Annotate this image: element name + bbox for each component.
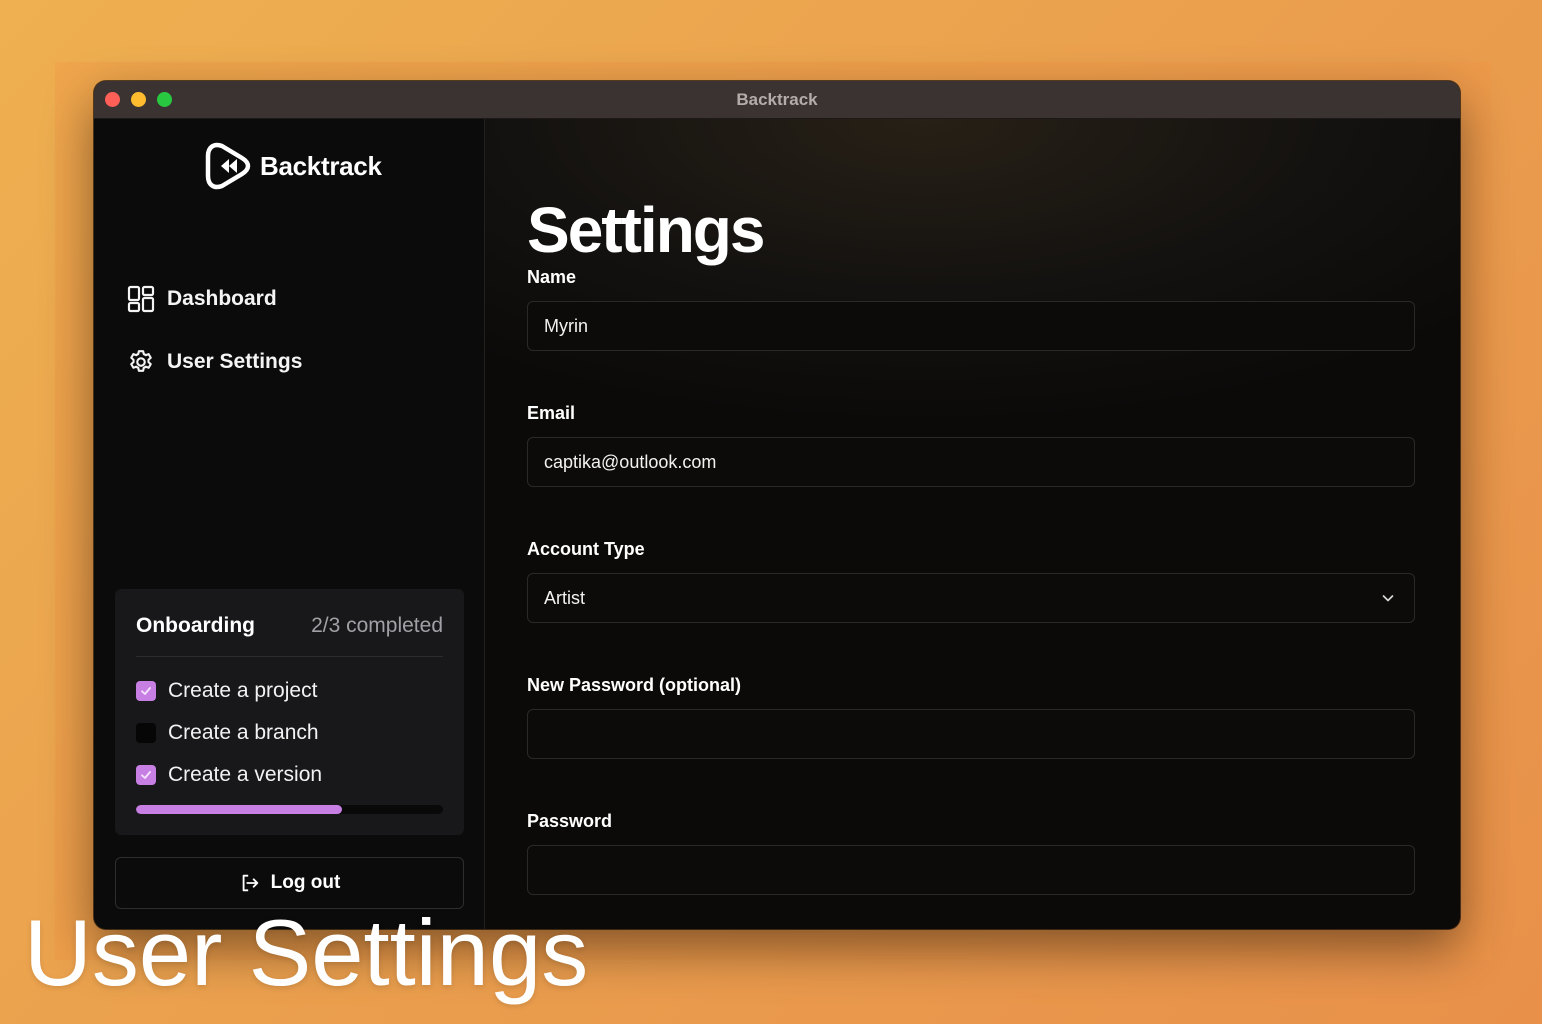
settings-panel: Settings Name Email Account Type Artist … [485,119,1460,929]
nav-item-label: User Settings [167,350,303,373]
divider [136,656,443,657]
new-password-input[interactable] [528,710,1414,758]
password-label: Password [527,811,613,831]
task-create-branch[interactable]: Create a branch [136,721,319,745]
email-input[interactable] [528,438,1414,486]
name-label: Name [527,267,577,287]
task-label: Create a project [168,679,318,702]
progress-fill [136,805,342,814]
account-type-label: Account Type [527,539,645,559]
sidebar: Backtrack Dashboard User Settings Onboar… [94,119,485,929]
name-input[interactable] [528,302,1414,350]
task-label: Create a branch [168,721,319,744]
email-field-box [527,437,1415,487]
brand[interactable]: Backtrack [198,138,382,194]
title-bar: Backtrack [94,81,1460,119]
check-icon [141,771,151,779]
nav-item-dashboard[interactable]: Dashboard [126,284,277,314]
onboarding-progress-bar [136,805,443,814]
app-window: Backtrack Backtrack Dashboard User Setti… [94,81,1460,929]
brand-name: Backtrack [260,150,382,181]
logout-label: Log out [270,872,341,893]
password-field-box [527,845,1415,895]
new-password-label: New Password (optional) [527,675,742,695]
checkbox-checked[interactable] [136,681,156,701]
onboarding-card: Onboarding 2/3 completed Create a projec… [115,589,464,835]
account-type-select[interactable]: Artist [527,573,1415,623]
checkbox-checked[interactable] [136,765,156,785]
gear-icon [130,350,152,372]
nav-item-user-settings[interactable]: User Settings [126,347,302,377]
task-create-project[interactable]: Create a project [136,679,317,703]
task-label: Create a version [168,763,323,786]
name-field-box [527,301,1415,351]
dashboard-grid-icon [127,285,155,313]
check-icon [141,687,151,695]
onboarding-status: 2/3 completed [311,614,443,637]
window-title: Backtrack [736,90,818,109]
account-type-value: Artist [544,587,586,608]
task-create-version[interactable]: Create a version [136,763,322,787]
logout-icon [242,874,258,892]
checkbox-unchecked[interactable] [136,723,156,743]
new-password-field-box [527,709,1415,759]
chevron-down-icon [1382,595,1394,602]
email-label: Email [527,403,576,423]
backtrack-logo-icon [205,142,251,190]
onboarding-title: Onboarding [136,614,255,637]
password-input[interactable] [528,846,1414,894]
nav-item-label: Dashboard [167,287,277,310]
caption-overlay: User Settings [24,900,589,1005]
page-title: Settings [527,194,765,266]
